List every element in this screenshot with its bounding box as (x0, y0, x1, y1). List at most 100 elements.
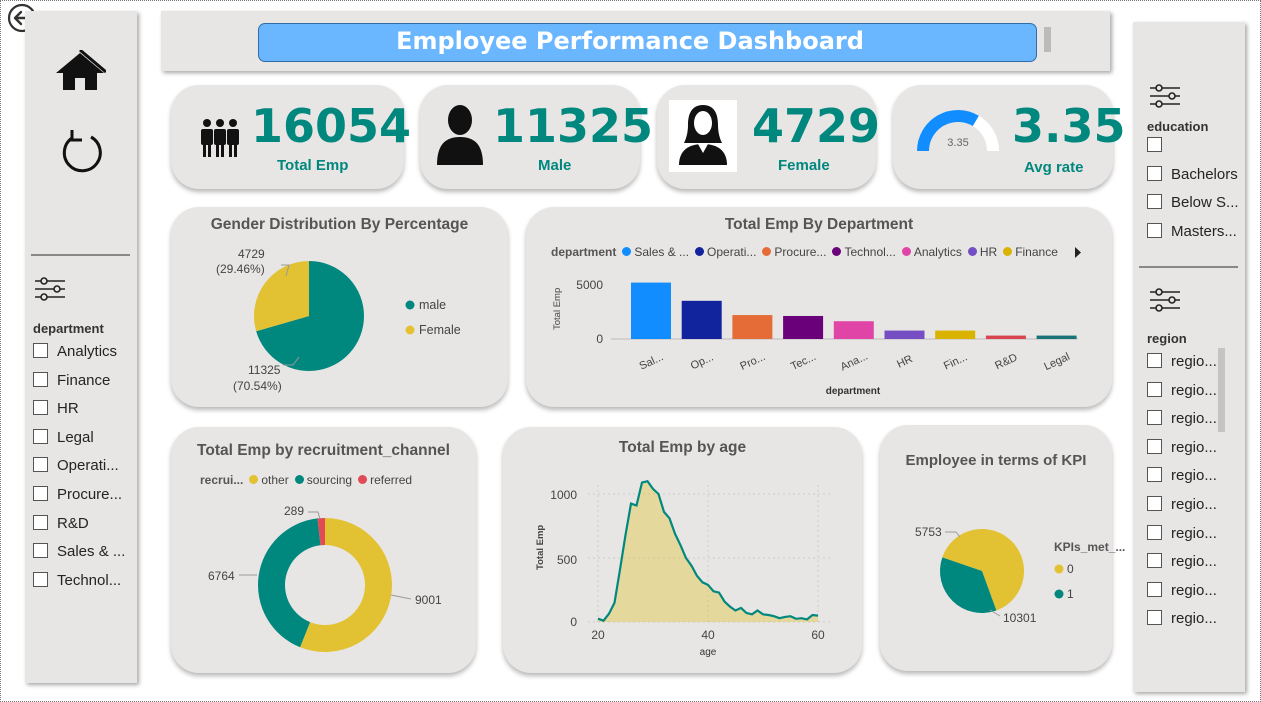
checkbox[interactable] (33, 571, 48, 587)
department-slicer-item[interactable]: HR (33, 400, 79, 417)
kpi-legend-0-marker (1054, 564, 1064, 574)
department-slicer-item-label: Analytics (57, 343, 118, 360)
region-slicer-item[interactable]: regio... (1147, 467, 1217, 484)
dept-x-tick-label: Ana... (839, 350, 870, 373)
region-slicer-item[interactable]: regio... (1147, 353, 1217, 370)
age-x-tick-40: 40 (701, 628, 715, 642)
region-slicer-item[interactable]: regio... (1147, 438, 1217, 456)
home-icon[interactable] (54, 50, 106, 92)
dept-bar[interactable] (681, 300, 722, 339)
checkbox[interactable] (1147, 137, 1162, 152)
recruit-donut-chart[interactable]: 289 6764 9001 (171, 427, 476, 673)
department-slicer-item[interactable]: Analytics (33, 343, 117, 360)
checkbox[interactable] (1147, 553, 1162, 569)
checkbox[interactable] (1147, 222, 1162, 238)
education-slicer-item[interactable]: Below S... (1147, 194, 1239, 211)
gender-pie-chart[interactable]: 4729 (29.46%) 11325 (70.54%) male Female (171, 207, 508, 407)
kpi-card-total-emp: 16054 Total Emp (171, 85, 411, 189)
checkbox[interactable] (1147, 353, 1162, 368)
department-slicer-item[interactable]: Legal (33, 428, 94, 446)
region-slicer-item-label: regio... (1171, 381, 1217, 399)
age-y-axis-title: Total Emp (535, 525, 546, 570)
checkbox[interactable] (33, 514, 48, 530)
dept-bar[interactable] (884, 330, 925, 339)
education-slicer-item[interactable]: Bachelors (1147, 165, 1238, 183)
department-slicer-item[interactable]: Sales & ... (33, 543, 125, 560)
checkbox[interactable] (1147, 524, 1162, 540)
total-emp-value: 16054 (251, 99, 412, 153)
region-slicer-item-label: regio... (1171, 610, 1217, 628)
dept-x-tick-label: Legal (1042, 351, 1071, 373)
department-slicer-item[interactable]: Procure... (33, 486, 122, 503)
education-slicer-item-label: Below S... (1171, 194, 1239, 211)
department-slicer-item[interactable]: Technol... (33, 571, 122, 589)
dept-bar[interactable] (833, 321, 874, 339)
dept-x-tick-label: Sal... (638, 351, 666, 372)
dept-bar[interactable] (783, 315, 824, 339)
checkbox[interactable] (1147, 165, 1162, 181)
checkbox[interactable] (1147, 381, 1162, 397)
age-area-chart[interactable]: Total Emp 1000 500 0 20 40 60 age (503, 427, 862, 673)
recruit-chart-card: Total Emp by recruitment_channel recrui.… (171, 427, 476, 673)
female-pct-label: (29.46%) (216, 262, 265, 276)
legend-male-label[interactable]: male (419, 298, 446, 312)
region-slicer-item[interactable]: regio... (1147, 553, 1217, 570)
region-slicer-scrollbar[interactable] (1218, 348, 1225, 432)
dept-x-tick-label: Fin... (942, 351, 969, 372)
checkbox[interactable] (1147, 581, 1162, 597)
header-scrollbar[interactable] (1044, 27, 1051, 52)
region-slicer-item[interactable]: regio... (1147, 410, 1217, 427)
kpi-pie-chart[interactable]: 5753 10301 KPIs_met_... 0 1 (880, 425, 1130, 671)
checkbox[interactable] (1147, 496, 1162, 511)
kpi-card-female: 4729 Female (657, 85, 880, 189)
checkbox[interactable] (1147, 410, 1162, 426)
region-slicer-item[interactable]: regio... (1147, 524, 1217, 542)
checkbox[interactable] (33, 457, 48, 473)
dept-x-tick-label: Tec... (789, 351, 818, 373)
kpi-legend-0-label[interactable]: 0 (1067, 562, 1074, 576)
male-value: 11325 (493, 99, 654, 153)
dept-bar[interactable] (1036, 335, 1077, 339)
checkbox[interactable] (1147, 610, 1162, 626)
region-slicer-item[interactable]: regio... (1147, 581, 1217, 599)
department-slicer-item-label: Technol... (57, 571, 122, 589)
kpi-legend-1-label[interactable]: 1 (1067, 587, 1074, 601)
other-data-label: 9001 (415, 593, 442, 607)
age-y-tick-0: 0 (570, 615, 577, 629)
dept-bar[interactable] (732, 315, 773, 339)
female-label: Female (778, 157, 830, 174)
kpi-chart-card: Employee in terms of KPI 5753 10301 KPIs… (880, 425, 1125, 671)
education-slicer-item[interactable] (1147, 137, 1171, 154)
dept-bar[interactable] (631, 282, 671, 339)
department-slicer-item[interactable]: Operati... (33, 457, 119, 474)
gauge-value-label: 3.35 (947, 137, 969, 149)
legend-female-label[interactable]: Female (419, 323, 461, 337)
region-slicer-item[interactable]: regio... (1147, 610, 1217, 627)
checkbox[interactable] (33, 543, 48, 559)
checkbox[interactable] (33, 428, 48, 444)
referred-data-label: 289 (284, 504, 304, 518)
region-slicer-item-label: regio... (1171, 438, 1217, 456)
sidebar-divider (31, 254, 130, 256)
checkbox[interactable] (33, 371, 48, 387)
dept-bar[interactable] (985, 335, 1026, 339)
checkbox[interactable] (33, 400, 48, 416)
checkbox[interactable] (1147, 467, 1162, 483)
education-filter-icon (1150, 84, 1180, 108)
region-slicer-item[interactable]: regio... (1147, 381, 1217, 399)
dept-bar[interactable] (935, 330, 976, 339)
dept-bar-chart[interactable]: Total Emp 5000 0 Sal... Op... Pro... Tec...… (526, 207, 1112, 407)
checkbox[interactable] (1147, 194, 1162, 209)
education-slicer-item[interactable]: Masters... (1147, 222, 1237, 240)
kpi-card-male: 11325 Male (420, 85, 653, 189)
male-data-label: 11325 (248, 363, 281, 377)
education-slicer-item-label: Masters... (1171, 222, 1237, 240)
refresh-icon[interactable] (58, 128, 104, 174)
department-slicer-item[interactable]: R&D (33, 514, 89, 532)
department-slicer-item[interactable]: Finance (33, 371, 110, 389)
region-slicer-item[interactable]: regio... (1147, 496, 1217, 513)
checkbox[interactable] (1147, 438, 1162, 454)
checkbox[interactable] (33, 486, 48, 501)
avg-rate-label: Avg rate (1024, 159, 1084, 176)
checkbox[interactable] (33, 343, 48, 358)
